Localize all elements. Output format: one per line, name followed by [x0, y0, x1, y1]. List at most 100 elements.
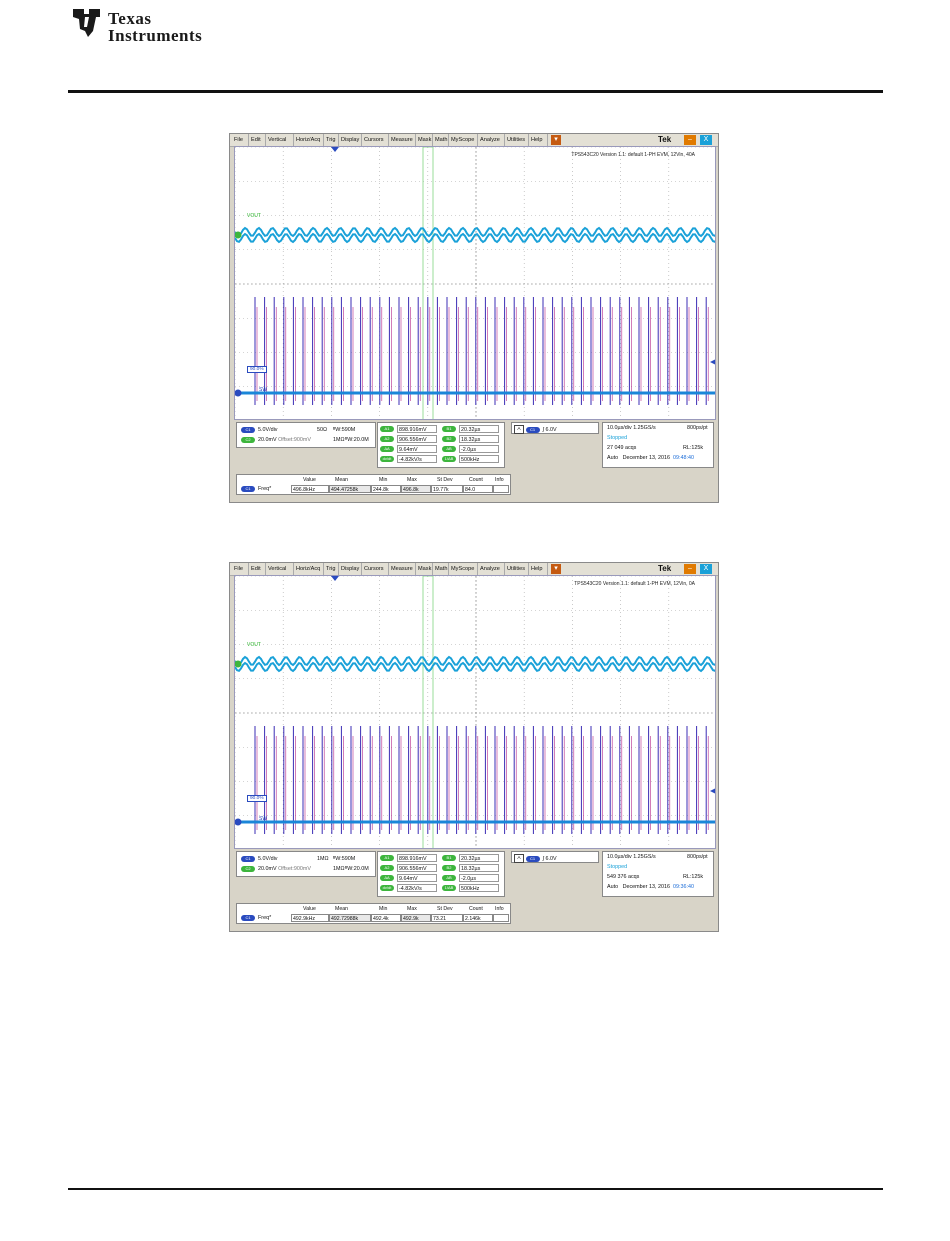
menu-help[interactable]: Help [529, 134, 548, 146]
ch1-bandwidth: ᴮW:590M [333, 856, 356, 862]
menu-mask[interactable]: Mask [416, 563, 433, 575]
waveform-plot [235, 147, 715, 419]
inv-delta-b-value: 500kHz [459, 884, 499, 892]
stat-header-min: Min [379, 477, 388, 483]
b1-badge: B1 [442, 426, 456, 432]
menu-trig[interactable]: Trig [324, 134, 339, 146]
stat-header-stdev: St Dev [437, 477, 453, 483]
menu-horizacq[interactable]: Horiz/Acq [294, 563, 324, 575]
inv-delta-b-badge: 1/ΔB [442, 456, 456, 462]
stat-value: 496.8kHz [291, 485, 329, 493]
menu-trig[interactable]: Trig [324, 563, 339, 575]
waveform-plot [235, 576, 715, 848]
stat-max: 492.9k [401, 914, 431, 922]
menu-display[interactable]: Display [339, 134, 362, 146]
menu-analyze[interactable]: Analyze [478, 563, 505, 575]
menu-vertical[interactable]: Vertical [266, 134, 294, 146]
waveform-display: TPS543C20 Version 1.1: default 1-PH EVM,… [234, 575, 716, 849]
trigger-mode: Auto [607, 455, 619, 461]
menu-measure[interactable]: Measure [389, 563, 416, 575]
ch1-badge[interactable]: C1 [241, 855, 255, 862]
acq-time: 09:48:40 [672, 455, 694, 461]
stat-header-count: Count [469, 477, 483, 483]
dvdt-badge: dv/dt [380, 885, 394, 891]
resolution: 800ps/pt [687, 425, 708, 431]
minimize-button[interactable]: – [684, 564, 696, 574]
menu-horizacq[interactable]: Horiz/Acq [294, 134, 324, 146]
ch2-coupling: 1MΩ [333, 437, 345, 443]
b1-badge: B1 [442, 855, 456, 861]
a1-value: 898.916mV [397, 854, 437, 862]
acq-count: 549 376 acqs [607, 874, 640, 880]
menu-math[interactable]: Math [433, 134, 449, 146]
rising-edge-icon: ∫ [542, 855, 544, 862]
menu-myscope[interactable]: MyScope [449, 563, 478, 575]
close-button[interactable]: X [700, 564, 712, 574]
cursor-measurements-panel[interactable]: A1 898.916mV A2 906.556mV ΔA 9.64mV dv/dt -4… [377, 422, 505, 468]
sw-channel-label: SW [259, 816, 268, 822]
menu-utilities[interactable]: Utilities [505, 563, 529, 575]
menu-math[interactable]: Math [433, 563, 449, 575]
minimize-button[interactable]: – [684, 135, 696, 145]
ch1-coupling: 1MΩ [317, 856, 329, 862]
menu-vertical[interactable]: Vertical [266, 563, 294, 575]
stat-header-value: Value [303, 477, 316, 483]
stat-stdev: 19.77k [431, 485, 463, 493]
delta-b-badge: ΔB [442, 875, 456, 881]
oscilloscope-window-1: File Edit Vertical Horiz/Acq Trig Display Curs… [229, 133, 719, 503]
menu-measure[interactable]: Measure [389, 134, 416, 146]
menu-utilities[interactable]: Utilities [505, 134, 529, 146]
logo-text-instruments: Instruments [108, 26, 203, 45]
cursor-measurements-panel[interactable]: A1 898.916mV A2 906.556mV ΔA 9.64mV dv/dt -4… [377, 851, 505, 897]
ch1-badge[interactable]: C1 [241, 426, 255, 433]
a2-badge: A2 [380, 436, 394, 442]
stat-row-label: Freq* [258, 915, 272, 921]
channel-settings-panel[interactable]: C1 5.0V/div 1MΩ ᴮW:590M C2 20.0mV Offset:900… [236, 851, 376, 877]
stat-info [493, 914, 509, 922]
ch1-scale: 5.0V/div [258, 856, 278, 862]
stat-row-channel: C1 [241, 485, 255, 492]
stat-header-info: Info [495, 906, 504, 912]
ch2-badge[interactable]: C2 [241, 865, 255, 872]
menu-dropdown-icon[interactable]: ▾ [551, 135, 561, 145]
reference-level-marker[interactable]: 90.0% [247, 366, 267, 373]
stat-header-count: Count [469, 906, 483, 912]
ch1-marker [235, 818, 242, 826]
horizontal-panel[interactable]: 10.0µs/div 1.25GS/s 800ps/pt Stopped 549 … [602, 851, 714, 897]
oscilloscope-window-2: File Edit Vertical Horiz/Acq Trig Display Curs… [229, 562, 719, 932]
reference-level-marker[interactable]: 90.0% [247, 795, 267, 802]
statistics-table[interactable]: Value Mean Min Max St Dev Count Info C1 F… [236, 903, 511, 924]
menu-file[interactable]: File [232, 563, 249, 575]
statistics-table[interactable]: Value Mean Min Max St Dev Count Info C1 F… [236, 474, 511, 495]
ch2-offset: Offset:900mV [278, 437, 311, 443]
ch1-bandwidth: ᴮW:590M [333, 427, 356, 433]
menu-cursors[interactable]: Cursors [362, 563, 389, 575]
sw-channel-label: SW [259, 387, 268, 393]
menu-cursors[interactable]: Cursors [362, 134, 389, 146]
b1-value: 20.32µs [459, 854, 499, 862]
ch2-badge[interactable]: C2 [241, 436, 255, 443]
menu-help[interactable]: Help [529, 563, 548, 575]
stat-header-mean: Mean [335, 477, 348, 483]
a1-value: 898.916mV [397, 425, 437, 433]
stat-header-value: Value [303, 906, 316, 912]
menu-display[interactable]: Display [339, 563, 362, 575]
config-label: TPS543C20 Version 1.1: default 1-PH EVM,… [574, 581, 695, 587]
menu-dropdown-icon[interactable]: ▾ [551, 564, 561, 574]
menu-file[interactable]: File [232, 134, 249, 146]
trigger-panel[interactable]: A C1 ∫ 6.0V [511, 422, 599, 434]
trigger-panel[interactable]: A C1 ∫ 6.0V [511, 851, 599, 863]
ch2-bandwidth: ᴮW:20.0M [345, 866, 369, 872]
horizontal-panel[interactable]: 10.0µs/div 1.25GS/s 800ps/pt Stopped 27 0… [602, 422, 714, 468]
stat-max: 496.8k [401, 485, 431, 493]
close-button[interactable]: X [700, 135, 712, 145]
menu-analyze[interactable]: Analyze [478, 134, 505, 146]
trigger-source: A [514, 854, 524, 863]
menu-edit[interactable]: Edit [249, 563, 266, 575]
menu-edit[interactable]: Edit [249, 134, 266, 146]
stat-header-info: Info [495, 477, 504, 483]
menu-myscope[interactable]: MyScope [449, 134, 478, 146]
menu-mask[interactable]: Mask [416, 134, 433, 146]
acq-status: Stopped [607, 864, 628, 870]
channel-settings-panel[interactable]: C1 5.0V/div 50Ω ᴮW:590M C2 20.0mV Offset:900… [236, 422, 376, 448]
